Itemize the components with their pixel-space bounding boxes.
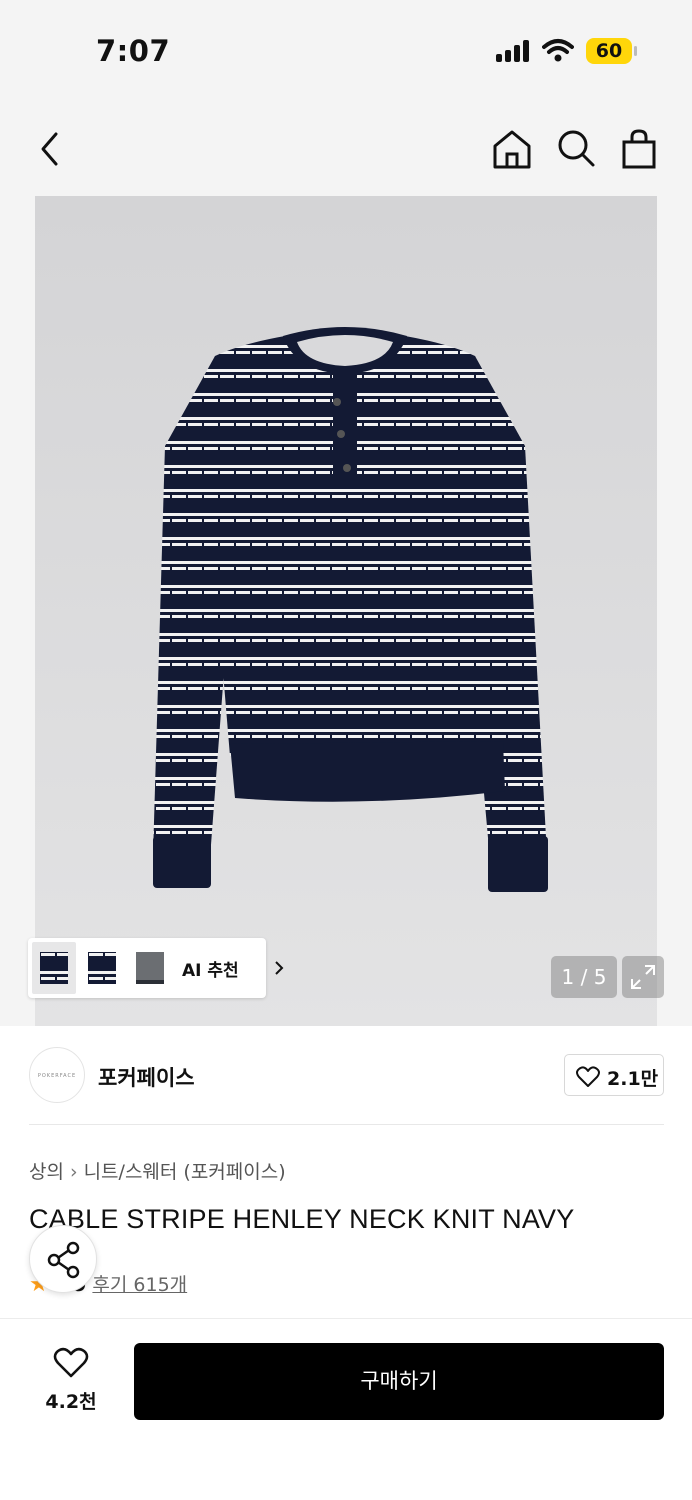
battery-tip: [634, 46, 637, 56]
product-title: CABLE STRIPE HENLEY NECK KNIT NAVY: [29, 1204, 575, 1234]
recommend-thumbnail[interactable]: [128, 942, 172, 994]
ai-recommend-label[interactable]: AI 추천: [182, 956, 239, 981]
divider: [29, 1124, 664, 1125]
bottom-action-bar: 4.2천 구매하기: [0, 1318, 692, 1500]
wishlist-button[interactable]: 4.2천: [36, 1347, 106, 1414]
brand-like-button[interactable]: 2.1만: [564, 1054, 664, 1096]
product-gallery[interactable]: AI 추천 1 / 5: [0, 196, 692, 1026]
expand-icon[interactable]: [622, 956, 664, 998]
product-image[interactable]: [35, 196, 657, 1026]
breadcrumb-item[interactable]: 니트/스웨터 (포커페이스): [84, 1161, 286, 1183]
top-nav-bar: [0, 100, 692, 196]
breadcrumb-item[interactable]: 상의: [29, 1161, 64, 1183]
heart-icon: [576, 1066, 600, 1087]
breadcrumb: 상의 › 니트/스웨터 (포커페이스): [29, 1157, 286, 1184]
search-icon[interactable]: [556, 128, 596, 170]
wifi-icon: [542, 39, 574, 62]
image-pager: 1 / 5: [551, 956, 617, 998]
brand-name[interactable]: 포커페이스: [98, 1062, 195, 1092]
share-button[interactable]: [29, 1225, 97, 1293]
cellular-signal-icon: [496, 40, 532, 62]
status-time: 7:07: [96, 34, 171, 68]
brand-logo[interactable]: POKERFACE: [29, 1047, 85, 1103]
sweater-illustration: [153, 327, 548, 892]
battery-indicator: 60: [586, 38, 632, 64]
ai-recommend-strip[interactable]: AI 추천: [28, 938, 284, 998]
status-bar: 7:07 60: [0, 0, 692, 100]
share-icon: [47, 1241, 80, 1279]
review-count-link[interactable]: 후기 615개: [92, 1274, 187, 1296]
breadcrumb-separator-icon: ›: [69, 1161, 78, 1183]
recommend-thumbnail[interactable]: [32, 942, 76, 994]
bag-icon[interactable]: [620, 128, 658, 170]
chevron-right-icon: [275, 961, 284, 975]
home-icon[interactable]: [492, 128, 532, 170]
wishlist-count: 4.2천: [45, 1391, 97, 1413]
buy-button[interactable]: 구매하기: [134, 1343, 664, 1420]
back-icon[interactable]: [36, 128, 64, 170]
brand-like-count: 2.1만: [607, 1068, 659, 1090]
recommend-thumbnail[interactable]: [80, 942, 124, 994]
heart-icon: [53, 1347, 89, 1378]
brand-row[interactable]: POKERFACE 포커페이스 2.1만: [0, 1026, 692, 1126]
